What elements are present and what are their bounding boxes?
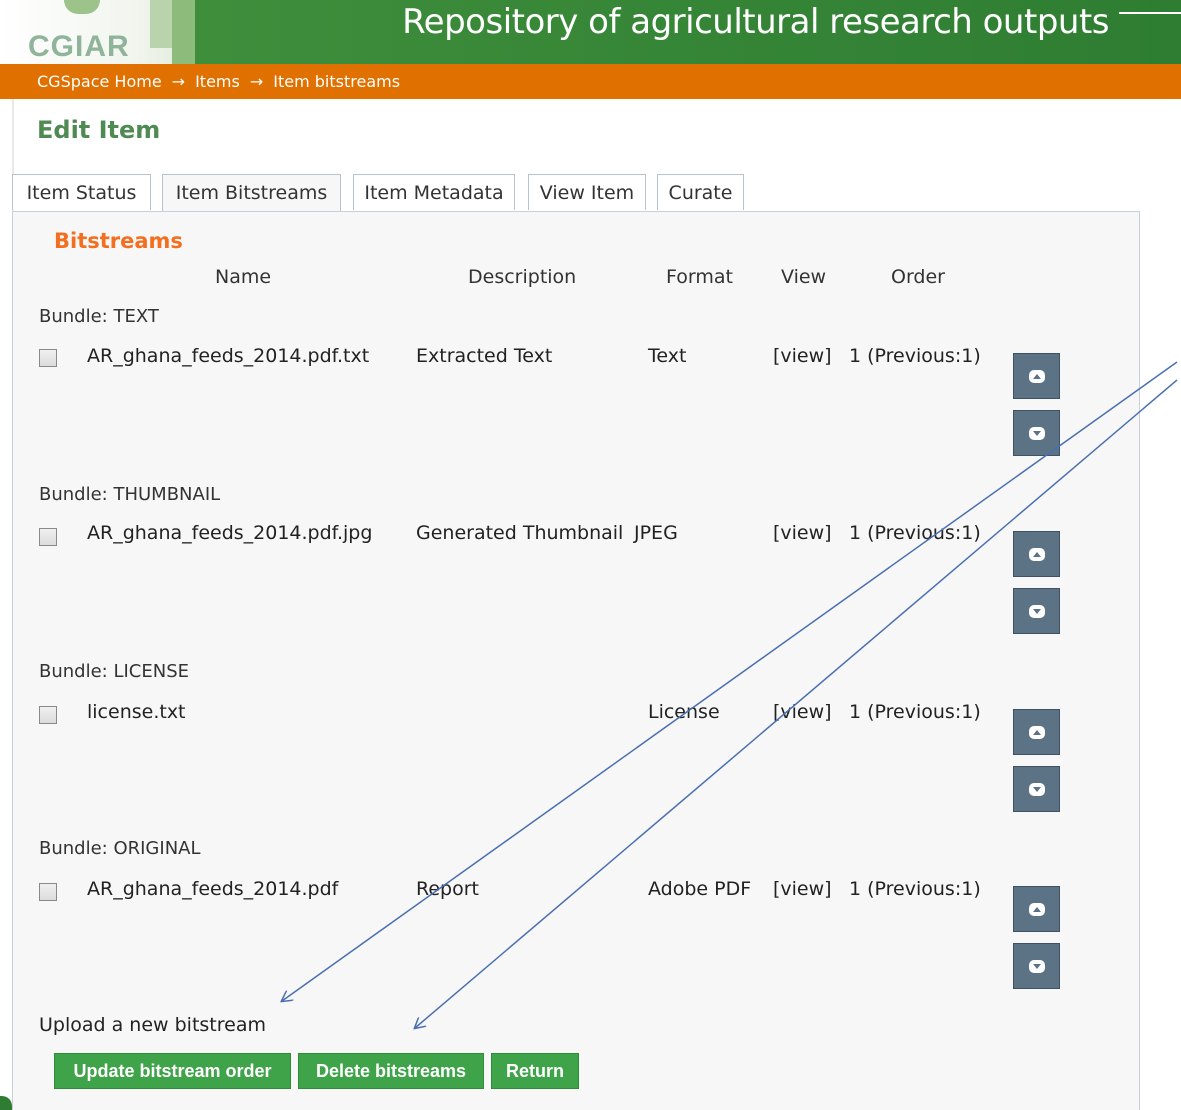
bitstream-view-link[interactable]: [view] [773,522,832,544]
section-title: Bitstreams [54,229,183,253]
page-title: Edit Item [37,116,161,144]
bitstream-checkbox[interactable] [39,528,57,546]
bitstream-order: 1 (Previous:1) [849,878,981,900]
bitstream-name: license.txt [87,701,186,723]
column-header-name: Name [215,266,272,288]
bitstream-name: AR_ghana_feeds_2014.pdf.jpg [87,522,373,544]
bitstream-order: 1 (Previous:1) [849,701,981,723]
delete-bitstreams-button[interactable]: Delete bitstreams [298,1053,484,1089]
view-link[interactable]: [view] [773,878,832,900]
bitstream-format: JPEG [634,522,678,544]
bitstream-view-link[interactable]: [view] [773,701,832,723]
tab-view-item[interactable]: View Item [528,174,646,210]
bitstream-checkbox[interactable] [39,706,57,724]
logo-bar [172,0,195,64]
chevron-down-icon [1028,782,1045,796]
bundle-label: Bundle: THUMBNAIL [39,484,221,505]
tab-item-status[interactable]: Item Status [12,174,151,210]
bitstream-order: 1 (Previous:1) [849,345,981,367]
bitstream-checkbox[interactable] [39,883,57,901]
breadcrumb-current: Item bitstreams [273,72,401,91]
upload-new-bitstream-link[interactable]: Upload a new bitstream [39,1014,266,1036]
bitstream-description: Generated Thumbnail [416,522,624,544]
bundle-label: Bundle: LICENSE [39,661,189,682]
bitstream-name: AR_ghana_feeds_2014.pdf [87,878,339,900]
chevron-up-icon [1028,725,1045,739]
bitstream-checkbox[interactable] [39,349,57,367]
move-down-button[interactable] [1013,588,1060,634]
chevron-down-icon [1028,426,1045,440]
bundle-label: Bundle: TEXT [39,306,159,327]
move-up-button[interactable] [1013,353,1060,399]
move-up-button[interactable] [1013,886,1060,932]
logo-text: CGIAR [28,30,130,63]
tab-item-metadata[interactable]: Item Metadata [353,174,515,210]
bundle-label: Bundle: ORIGINAL [39,838,201,859]
move-down-button[interactable] [1013,766,1060,812]
tab-item-bitstreams[interactable]: Item Bitstreams [162,174,341,213]
chevron-down-icon [1028,959,1045,973]
view-link[interactable]: [view] [773,522,832,544]
bitstream-format: License [648,701,720,723]
bitstream-order: 1 (Previous:1) [849,522,981,544]
bitstream-description: Extracted Text [416,345,553,367]
breadcrumb-separator: → [171,72,186,91]
breadcrumb-separator: → [249,72,264,91]
tab-curate[interactable]: Curate [657,174,744,210]
breadcrumb: CGSpace Home → Items → Item bitstreams [0,64,1181,99]
move-up-button[interactable] [1013,531,1060,577]
view-link[interactable]: [view] [773,701,832,723]
bitstream-description: Report [416,878,479,900]
bitstream-name: AR_ghana_feeds_2014.pdf.txt [87,345,370,367]
logo-leaf-icon [64,0,100,14]
column-header-view: View [781,266,827,288]
breadcrumb-home-link[interactable]: CGSpace Home [37,72,162,91]
update-bitstream-order-button[interactable]: Update bitstream order [54,1053,291,1089]
column-header-description: Description [468,266,577,288]
chevron-down-icon [1028,604,1045,618]
column-header-order: Order [891,266,945,288]
return-button[interactable]: Return [491,1053,579,1089]
header-divider [1119,12,1181,14]
breadcrumb-items-link[interactable]: Items [195,72,240,91]
cgiar-logo[interactable]: CGIAR [0,0,195,64]
bitstream-format: Adobe PDF [648,878,752,900]
bitstream-view-link[interactable]: [view] [773,345,832,367]
column-header-format: Format [666,266,733,288]
chevron-up-icon [1028,369,1045,383]
bitstream-view-link[interactable]: [view] [773,878,832,900]
chevron-up-icon [1028,547,1045,561]
logo-bar [150,0,172,48]
site-header: CGIAR Repository of agricultural researc… [0,0,1181,64]
move-down-button[interactable] [1013,943,1060,989]
chevron-up-icon [1028,902,1045,916]
bitstream-format: Text [648,345,687,367]
site-title: Repository of agricultural research outp… [402,2,1109,42]
view-link[interactable]: [view] [773,345,832,367]
move-up-button[interactable] [1013,709,1060,755]
move-down-button[interactable] [1013,410,1060,456]
